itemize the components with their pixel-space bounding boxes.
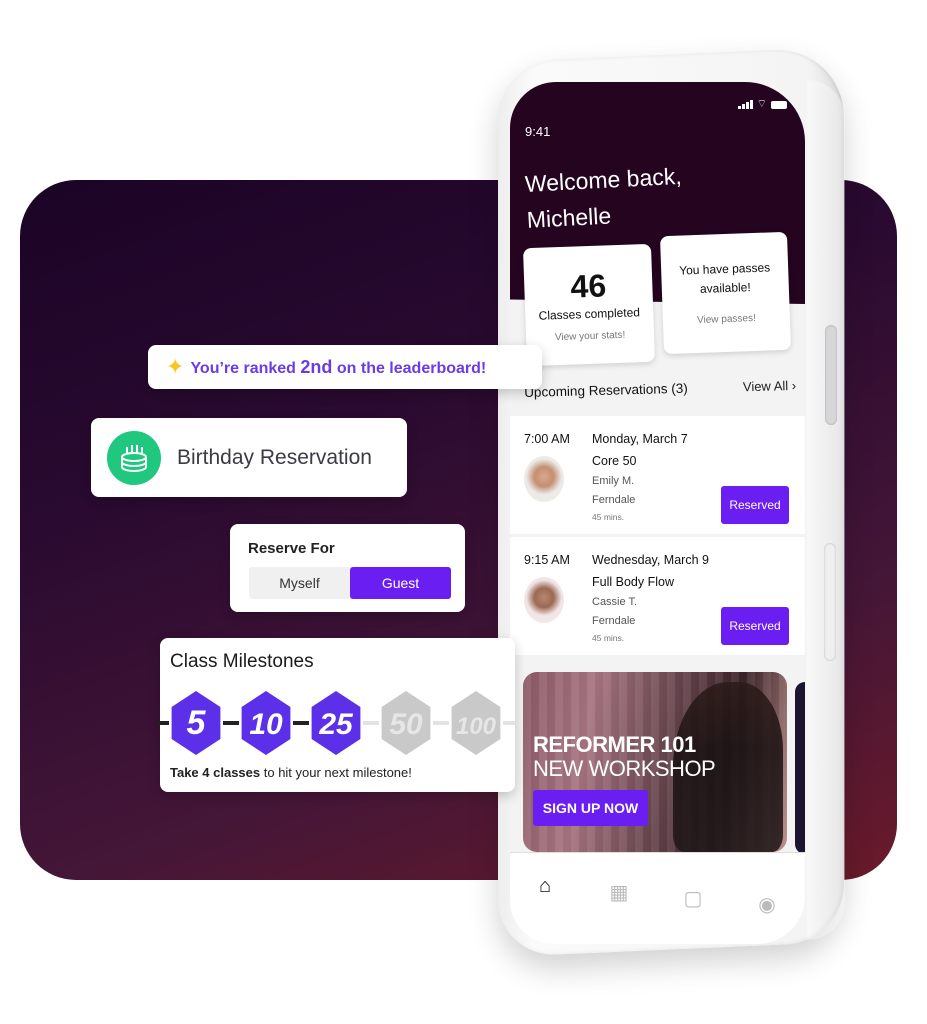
milestone-value: 25: [318, 708, 354, 741]
class-milestones-card: Class Milestones 5 10 25 50 100 Take 4 class…: [158, 638, 515, 792]
reserved-button[interactable]: Reserved: [721, 607, 789, 645]
milestone-badge: 5: [171, 691, 221, 755]
rank-prefix: You’re ranked: [190, 359, 301, 377]
location: Ferndale: [592, 615, 636, 627]
status-time: 9:41: [525, 124, 551, 139]
reservation-date: Wednesday, March 9: [592, 553, 709, 567]
signal-icon: [738, 100, 753, 109]
birthday-reservation-card[interactable]: Birthday Reservation: [91, 418, 407, 497]
classes-completed-card[interactable]: 46 Classes completed View your stats!: [522, 243, 656, 367]
leaderboard-text: You’re ranked 2nd on the leaderboard!: [190, 357, 486, 378]
instructor-name: Emily M.: [592, 475, 635, 487]
milestone-note-bold: Take 4 classes: [170, 765, 261, 780]
rank-suffix: on the leaderboard!: [332, 359, 487, 377]
instructor-name: Cassie T.: [592, 596, 638, 608]
milestone-badge: 10: [241, 691, 291, 755]
passes-text: You have passes available!: [661, 258, 789, 300]
tab-bar: ⌂ ▦ ▢ ◉: [510, 852, 805, 944]
sparkles-icon: ✦: [166, 354, 185, 379]
reserve-for-toggle: Myself Guest: [249, 567, 451, 599]
milestone-value: 10: [249, 708, 283, 741]
milestone-value: 100: [456, 713, 497, 740]
duration: 45 mins.: [592, 512, 625, 522]
rank-value: 2nd: [300, 356, 333, 377]
battery-icon: [771, 101, 787, 109]
banner-subtitle: NEW WORKSHOP: [533, 756, 716, 781]
classes-count: 46: [569, 267, 607, 305]
guest-option[interactable]: Guest: [350, 567, 451, 599]
class-name: Core 50: [592, 454, 637, 468]
power-button: [824, 543, 836, 661]
classes-label: Classes completed: [538, 305, 641, 323]
promo-banner[interactable]: REFORMER 101 NEW WORKSHOP SIGN UP NOW: [523, 672, 787, 852]
sign-up-button[interactable]: SIGN UP NOW: [533, 790, 648, 826]
volume-button: [825, 325, 837, 425]
cake-icon: [107, 430, 161, 485]
milestone-badge: 50: [381, 691, 431, 755]
milestone-value: 5: [187, 704, 207, 742]
profile-icon[interactable]: ◉: [754, 891, 780, 917]
duration: 45 mins.: [592, 633, 625, 643]
banner-title: REFORMER 101: [533, 732, 696, 757]
reservation-time: 7:00 AM: [524, 432, 570, 446]
birthday-label: Birthday Reservation: [177, 445, 372, 469]
milestone-badge: 25: [311, 691, 361, 755]
calendar-icon[interactable]: ▦: [606, 879, 632, 905]
next-banner-peek[interactable]: [795, 682, 805, 854]
view-all-link[interactable]: View All ›: [743, 378, 797, 394]
wifi-icon: ⌔: [756, 98, 767, 110]
shopping-bag-icon[interactable]: ▢: [680, 885, 706, 911]
passes-card[interactable]: You have passes available! View passes!: [659, 231, 792, 355]
instructor-avatar: [524, 456, 564, 502]
upcoming-title: Upcoming Reservations (3): [524, 380, 688, 400]
reserve-for-card: Reserve For Myself Guest: [230, 524, 465, 612]
welcome-heading: Welcome back, Michelle: [524, 158, 684, 238]
milestones-title: Class Milestones: [170, 651, 314, 672]
view-passes-link[interactable]: View passes!: [663, 312, 790, 327]
myself-option[interactable]: Myself: [249, 567, 350, 599]
instructor-avatar: [524, 577, 564, 623]
phone-screen: 9:41 ⌔ Welcome back, Michelle 46 Classes…: [510, 82, 805, 944]
reservation-card[interactable]: 9:15 AM Wednesday, March 9 Full Body Flo…: [510, 537, 805, 655]
class-name: Full Body Flow: [592, 575, 674, 589]
upcoming-header: Upcoming Reservations (3) View All ›: [524, 378, 796, 400]
milestone-badge: 100: [451, 691, 501, 755]
location: Ferndale: [592, 494, 636, 506]
reservation-time: 9:15 AM: [524, 553, 570, 567]
milestones-track: 5 10 25 50 100: [158, 691, 515, 755]
milestone-note-rest: to hit your next milestone!: [260, 765, 412, 780]
reserve-for-title: Reserve For: [248, 540, 335, 557]
home-icon[interactable]: ⌂: [532, 873, 558, 899]
reservation-date: Monday, March 7: [592, 432, 688, 446]
view-stats-link[interactable]: View your stats!: [526, 329, 654, 344]
milestone-note: Take 4 classes to hit your next mileston…: [170, 765, 412, 780]
reservation-card[interactable]: 7:00 AM Monday, March 7 Core 50 Emily M.…: [510, 416, 805, 534]
leaderboard-card: ✦ You’re ranked 2nd on the leaderboard!: [148, 345, 542, 389]
status-icons: ⌔: [738, 98, 787, 110]
phone-side-edge: [807, 80, 845, 940]
reserved-button[interactable]: Reserved: [721, 486, 789, 524]
milestone-value: 50: [389, 708, 423, 741]
